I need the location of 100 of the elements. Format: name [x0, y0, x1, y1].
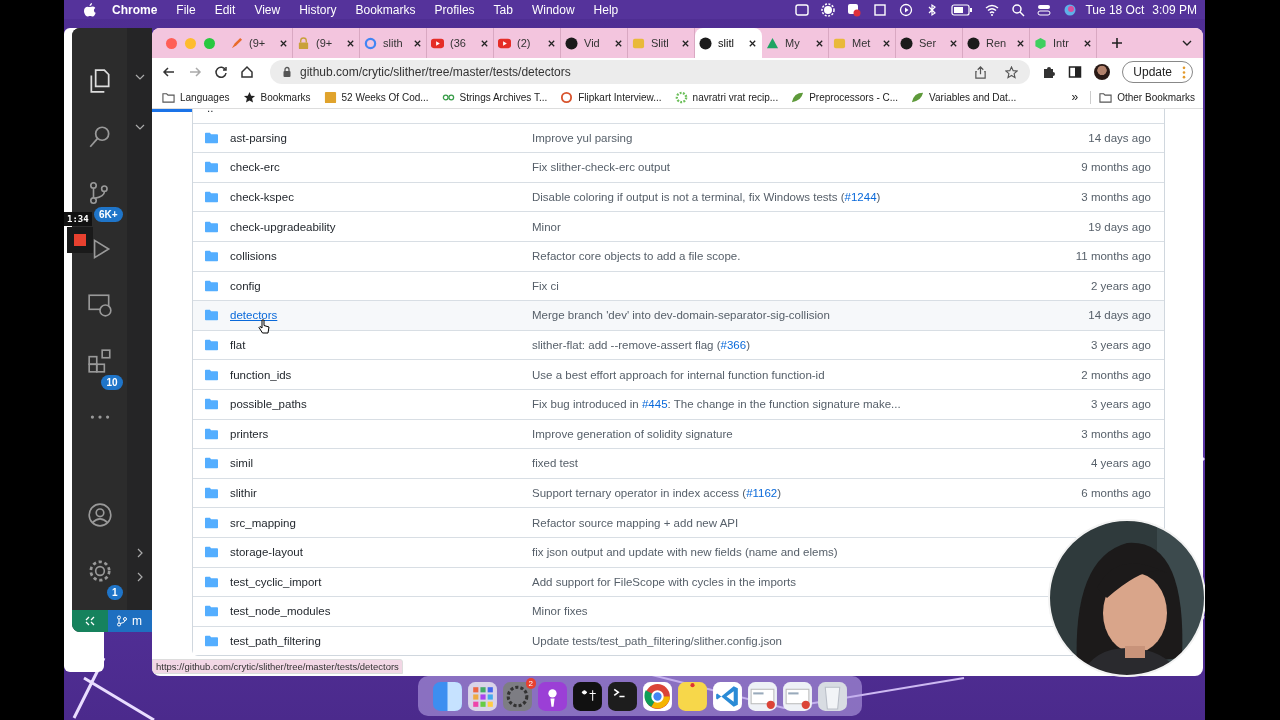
- menu-item[interactable]: Help: [593, 2, 619, 17]
- home-icon[interactable]: [240, 65, 254, 79]
- app-menu[interactable]: Chrome: [112, 2, 158, 17]
- browser-tab[interactable]: slitl: [695, 28, 762, 58]
- reload-icon[interactable]: [214, 65, 228, 79]
- new-tab-icon[interactable]: [1111, 37, 1123, 49]
- folder-link[interactable]: simil: [230, 457, 532, 470]
- browser-tab[interactable]: (2): [494, 28, 561, 58]
- folder-link[interactable]: possible_paths: [230, 398, 532, 411]
- folder-link[interactable]: config: [230, 279, 532, 292]
- close-icon[interactable]: [279, 38, 288, 48]
- star-icon[interactable]: [1005, 65, 1019, 79]
- close-icon[interactable]: [748, 38, 757, 48]
- menu-item[interactable]: Bookmarks: [355, 2, 416, 17]
- orb-icon[interactable]: [1063, 2, 1078, 17]
- folder-link[interactable]: src_mapping: [230, 516, 532, 529]
- clock-text[interactable]: 3:09 PM: [1152, 2, 1197, 17]
- folder-link[interactable]: function_ids: [230, 368, 532, 381]
- folder-link[interactable]: ast-parsing: [230, 131, 532, 144]
- bookmark[interactable]: Variables and Dat...: [911, 90, 1017, 104]
- toggles-icon[interactable]: [1037, 2, 1052, 17]
- bookmark-folder[interactable]: Other Bookmarks: [1090, 90, 1195, 104]
- branch-status[interactable]: m: [108, 610, 152, 632]
- menu-item[interactable]: Profiles: [434, 2, 475, 17]
- extensions-icon[interactable]: [86, 348, 113, 374]
- address-field[interactable]: github.com/crytic/slither/tree/master/tests/detectors: [270, 60, 1031, 84]
- menu-item[interactable]: File: [176, 2, 196, 17]
- bookmark[interactable]: Bookmarks: [242, 90, 311, 104]
- menu-item[interactable]: History: [299, 2, 337, 17]
- tv-app-icon[interactable]: [572, 680, 603, 712]
- status-icon[interactable]: [795, 2, 810, 17]
- pull-request-link[interactable]: #1244: [844, 191, 877, 204]
- chevron-icon[interactable]: [134, 122, 145, 132]
- terminal-app-icon[interactable]: [607, 680, 638, 712]
- folder-link[interactable]: flat: [230, 339, 532, 352]
- play-icon[interactable]: [899, 2, 914, 17]
- wifi-icon[interactable]: [985, 2, 1000, 17]
- folder-link[interactable]: test_path_filtering: [230, 635, 532, 647]
- puzzle-icon[interactable]: [1042, 65, 1057, 79]
- avatar[interactable]: [1094, 64, 1111, 80]
- close-icon[interactable]: [949, 38, 958, 48]
- remote-button[interactable]: [72, 610, 108, 632]
- menu-item[interactable]: View: [254, 2, 281, 17]
- gear-icon[interactable]: [821, 2, 836, 17]
- folder-link[interactable]: check-kspec: [230, 191, 532, 204]
- notes-app-icon[interactable]: [677, 680, 708, 712]
- menu-item[interactable]: Window: [531, 2, 575, 17]
- close-icon[interactable]: [681, 38, 690, 48]
- browser-tab[interactable]: (9+: [226, 28, 293, 58]
- code-app-icon[interactable]: [712, 680, 743, 712]
- browser-tab[interactable]: slith: [360, 28, 427, 58]
- account-icon[interactable]: [86, 502, 113, 528]
- browser-tab[interactable]: Ser: [896, 28, 963, 58]
- folder-link[interactable]: test_node_modules: [230, 605, 532, 618]
- close-icon[interactable]: [480, 38, 489, 48]
- folder-link[interactable]: check-erc: [230, 161, 532, 174]
- folder-link[interactable]: test_cyclic_import: [230, 575, 532, 588]
- record-icon[interactable]: [847, 2, 862, 17]
- trash-app-icon[interactable]: [817, 680, 848, 712]
- apple-icon[interactable]: [84, 2, 96, 17]
- finder-app-icon[interactable]: [432, 680, 463, 712]
- browser-tab[interactable]: My: [762, 28, 829, 58]
- folder-link[interactable]: printers: [230, 427, 532, 440]
- chevron-icon[interactable]: [134, 72, 145, 82]
- more-bookmarks-button[interactable]: »: [1071, 90, 1079, 104]
- close-icon[interactable]: [547, 38, 556, 48]
- browser-tab[interactable]: Intr: [1030, 28, 1097, 58]
- battery-icon[interactable]: [951, 2, 974, 17]
- podcasts-app-icon[interactable]: [537, 680, 568, 712]
- close-icon[interactable]: [815, 38, 824, 48]
- menu-item[interactable]: Tab: [493, 2, 513, 17]
- sidebar-icon[interactable]: [1068, 65, 1083, 79]
- close-icon[interactable]: [346, 38, 355, 48]
- parent-link[interactable]: ..: [207, 109, 214, 114]
- back-icon[interactable]: [162, 65, 176, 79]
- browser-tab[interactable]: (36: [427, 28, 494, 58]
- folder-link[interactable]: detectors: [230, 309, 532, 322]
- window-app-icon[interactable]: [747, 680, 778, 712]
- pull-request-link[interactable]: #1162: [746, 487, 778, 499]
- launchpad-app-icon[interactable]: [467, 680, 498, 712]
- pull-request-link[interactable]: #366: [720, 339, 747, 352]
- close-icon[interactable]: [882, 38, 891, 48]
- date-text[interactable]: Tue 18 Oct: [1085, 2, 1145, 17]
- bookmark[interactable]: navratri vrat recip...: [674, 90, 779, 104]
- close-icon[interactable]: [1083, 38, 1092, 48]
- bookmark[interactable]: Languages: [162, 90, 230, 104]
- share-icon[interactable]: [974, 65, 988, 79]
- search-icon[interactable]: [1011, 2, 1026, 17]
- folder-link[interactable]: collisions: [230, 250, 532, 263]
- update-button[interactable]: Update: [1122, 61, 1193, 83]
- browser-tab[interactable]: Met: [829, 28, 896, 58]
- browser-tab[interactable]: (9+: [293, 28, 360, 58]
- close-icon[interactable]: [413, 38, 422, 48]
- browser-tab[interactable]: Ren: [963, 28, 1030, 58]
- bookmark[interactable]: Flipkart Interview...: [560, 90, 662, 104]
- close-icon[interactable]: [1016, 38, 1025, 48]
- monitor-icon[interactable]: [86, 292, 113, 318]
- menu-item[interactable]: Edit: [214, 2, 236, 17]
- folder-link[interactable]: check-upgradeability: [230, 220, 532, 233]
- settings-app-icon[interactable]: [502, 680, 533, 712]
